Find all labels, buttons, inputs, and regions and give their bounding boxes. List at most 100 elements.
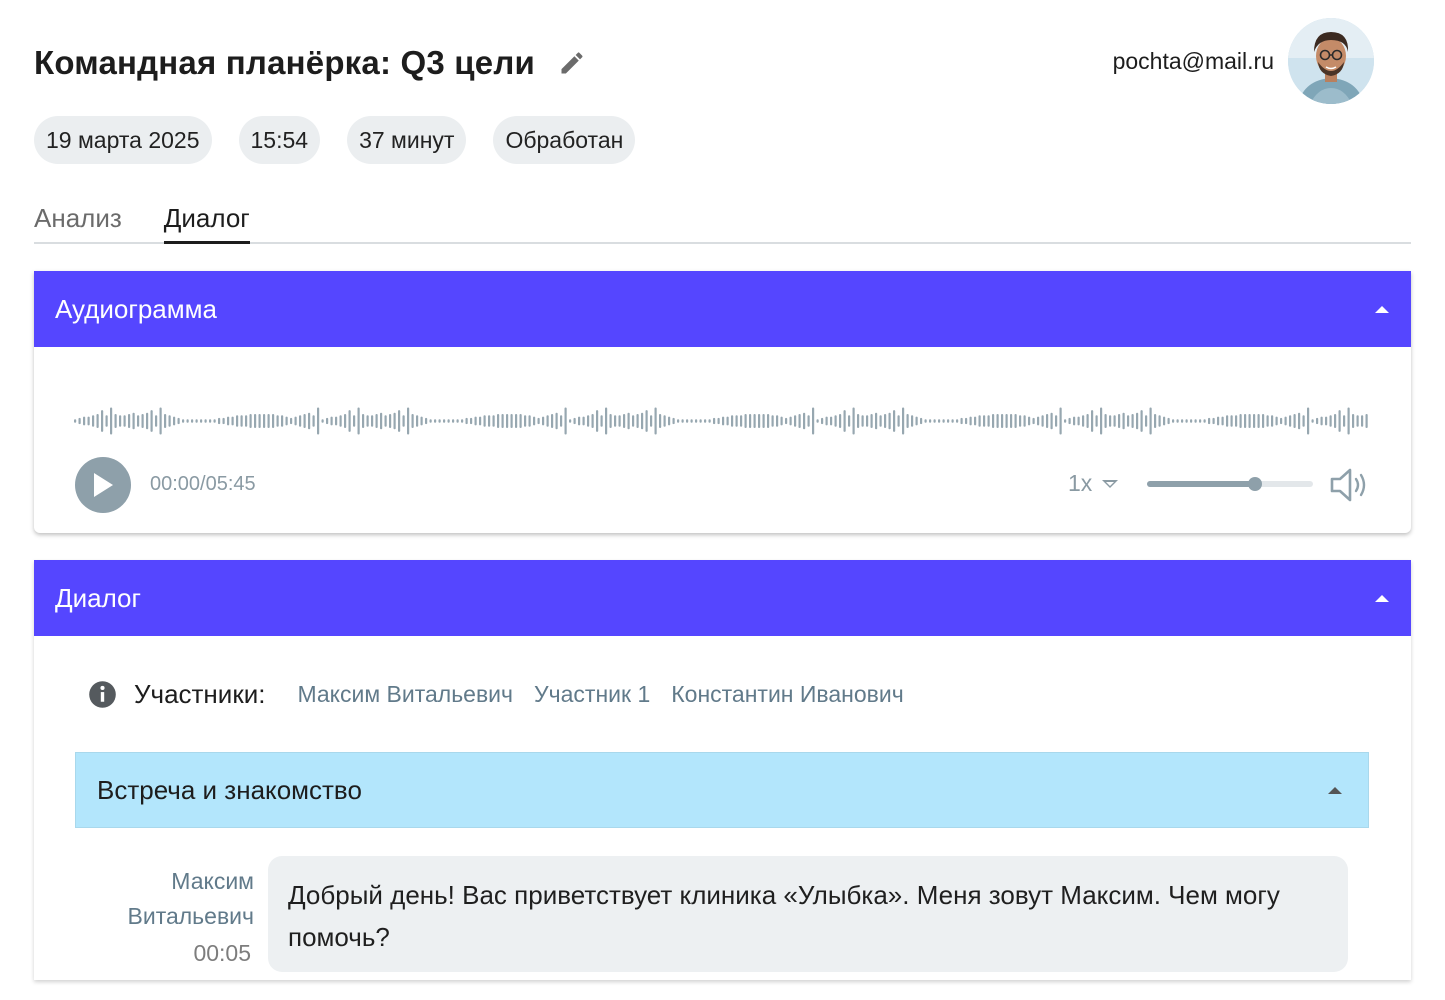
waveform-bar [344,414,347,428]
waveform[interactable] [74,405,1370,437]
waveform-bar [146,412,149,430]
waveform-bar [218,417,221,425]
tab-dialog[interactable]: Диалог [163,194,250,244]
participant-link[interactable]: Константин Иванович [671,681,903,708]
message-speaker[interactable]: Максим Витальевич [34,864,255,934]
waveform-bar [672,417,675,425]
waveform-bar [533,416,536,426]
waveform-bar [294,416,297,426]
collapse-caret-icon[interactable] [1375,594,1389,602]
volume-icon[interactable] [1329,466,1369,504]
waveform-bar [159,407,162,435]
waveform-bar [1131,414,1134,428]
waveform-bar [708,419,711,423]
waveform-bar [893,410,896,432]
waveform-bar [1185,419,1188,423]
waveform-bar [312,415,315,427]
waveform-bar [866,415,869,427]
message-bubble: Добрый день! Вас приветствует клиника «У… [268,856,1348,972]
waveform-bar [618,415,621,427]
waveform-bar [1181,419,1184,423]
waveform-bar [1329,415,1332,427]
waveform-bar [879,415,882,427]
chevron-down-icon [1102,479,1119,488]
waveform-bar [915,416,918,426]
waveform-bar [1343,415,1346,427]
waveform-bar [348,410,351,432]
waveform-bar [1190,419,1193,423]
waveform-bar [425,417,428,425]
page-header: Командная планёрка: Q3 цели pochta@mail.… [34,18,1374,108]
avatar[interactable] [1288,18,1374,104]
waveform-bar [1091,410,1094,432]
waveform-bar [101,410,104,432]
waveform-bar [1136,412,1139,430]
waveform-bar [605,407,608,435]
play-button[interactable] [75,457,131,513]
speaker-last-name: Витальевич [127,903,255,929]
waveform-bar [1014,414,1017,428]
waveform-bar [474,416,477,426]
waveform-bar [614,415,617,427]
tab-analysis[interactable]: Анализ [34,194,122,242]
waveform-bar [555,412,558,430]
waveform-bar [380,412,383,430]
participant-link[interactable]: Максим Витальевич [297,681,513,708]
pencil-icon[interactable] [557,48,587,78]
participant-link[interactable]: Участник 1 [534,681,650,708]
waveform-bar [1037,416,1040,426]
waveform-bar [753,414,756,428]
speed-value: 1x [1068,470,1093,496]
volume-thumb[interactable] [1247,477,1262,491]
waveform-bar [695,419,698,423]
waveform-bar [650,415,653,427]
user-email[interactable]: pochta@mail.ru [1113,48,1274,75]
waveform-bar [758,414,761,428]
waveform-bar [749,414,752,428]
dialog-section-header[interactable]: Встреча и знакомство [75,752,1369,828]
waveform-bar [1316,417,1319,425]
waveform-bar [902,407,905,435]
user-block[interactable]: pochta@mail.ru [1113,18,1374,104]
collapse-caret-icon[interactable] [1328,786,1342,794]
waveform-bar [681,419,684,423]
waveform-bar [1338,410,1341,432]
waveform-bar [1244,414,1247,428]
waveform-bar [1311,419,1314,423]
waveform-bar [1145,415,1148,427]
collapse-caret-icon[interactable] [1375,305,1389,313]
dialog-panel-header[interactable]: Диалог [34,560,1411,636]
waveform-bar [582,416,585,426]
waveform-bar [1059,407,1062,435]
waveform-bar [861,415,864,427]
page-title: Командная планёрка: Q3 цели [34,44,535,81]
waveform-bar [785,417,788,425]
waveform-bar [411,414,414,428]
audiogram-panel-header[interactable]: Аудиограмма [34,271,1411,347]
waveform-bar [222,417,225,425]
waveform-bar [807,415,810,427]
waveform-bar [1055,415,1058,427]
waveform-bar [398,410,401,432]
waveform-bar [434,419,437,423]
waveform-bar [627,412,630,430]
message-time[interactable]: 00:05 [193,940,251,967]
waveform-bar [969,416,972,426]
dialog-message: Максим Витальевич 00:05 Добрый день! Вас… [34,856,1411,976]
waveform-bar [740,415,743,427]
volume-slider[interactable] [1147,477,1313,491]
waveform-bar [1208,417,1211,425]
waveform-bar [888,412,891,430]
waveform-bar [78,417,81,425]
waveform-bar [1293,414,1296,428]
waveform-bar [1104,414,1107,428]
waveform-bar [717,417,720,425]
waveform-bar [105,415,108,427]
waveform-bar [308,412,311,430]
waveform-bar [609,414,612,428]
speed-select[interactable]: 1x [1068,470,1119,497]
waveform-bar [209,419,212,423]
audiogram-panel: Аудиограмма 00:00/05:45 1x [34,271,1411,533]
waveform-bar [1361,415,1364,427]
waveform-bar [519,414,522,428]
